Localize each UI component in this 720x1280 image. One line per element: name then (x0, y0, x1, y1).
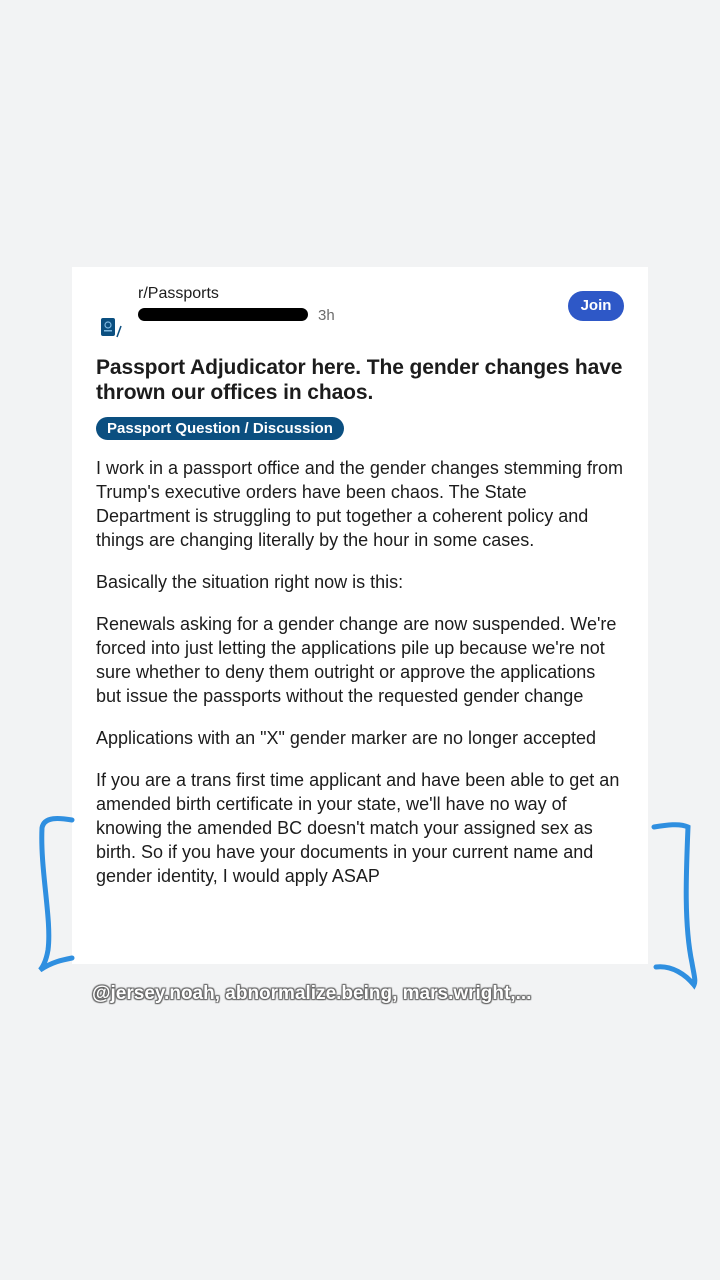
author-redacted (138, 308, 308, 321)
subreddit-name[interactable]: r/Passports (138, 285, 219, 303)
body-paragraph: If you are a trans first time applicant … (96, 770, 620, 886)
post-time: 3h (318, 307, 335, 324)
body-paragraph: Basically the situation right now is thi… (96, 572, 404, 592)
passport-icon[interactable] (100, 317, 122, 339)
post-card: r/Passports 3h Join Passport Adjudicator… (72, 267, 648, 964)
body-paragraph: Renewals asking for a gender change are … (96, 614, 617, 706)
tagged-users[interactable]: @jersey.noah, abnormalize.being, mars.wr… (92, 983, 531, 1005)
join-button[interactable]: Join (568, 291, 624, 321)
post-header: r/Passports 3h Join (96, 285, 624, 345)
body-paragraph: Applications with an "X" gender marker a… (96, 728, 597, 748)
post-title[interactable]: Passport Adjudicator here. The gender ch… (96, 355, 624, 405)
body-paragraph: I work in a passport office and the gend… (96, 458, 623, 550)
post-flair[interactable]: Passport Question / Discussion (96, 417, 344, 440)
left-bracket-drawing (38, 815, 75, 973)
post-body: I work in a passport office and the gend… (96, 456, 624, 888)
right-bracket-drawing (651, 822, 698, 990)
